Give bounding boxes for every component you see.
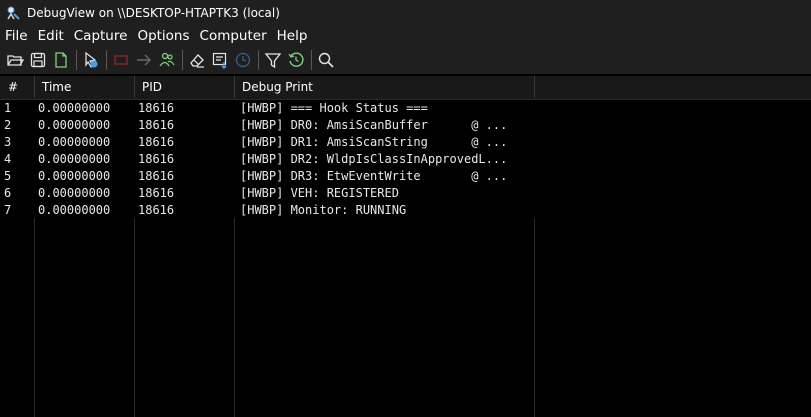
row-debug-print: [HWBP] DR2: WldpIsClassInApprovedL... [240, 152, 508, 166]
log-list: 1 0.00000000 18616 [HWBP] === Hook Statu… [0, 100, 811, 219]
row-number: 4 [4, 152, 12, 166]
menu-help[interactable]: Help [272, 26, 313, 46]
row-time: 0.00000000 [38, 135, 111, 149]
row-pid: 18616 [138, 203, 175, 217]
toolbar [0, 46, 811, 74]
menu-bar: File Edit Capture Options Computer Help [0, 26, 811, 46]
column-header-pid[interactable]: PID [142, 76, 162, 99]
menu-computer[interactable]: Computer [195, 26, 272, 46]
row-time: 0.00000000 [38, 118, 111, 132]
row-debug-print: [HWBP] DR3: EtwEventWrite @ ... [240, 169, 508, 183]
log-row[interactable]: 5 0.00000000 18616 [HWBP] DR3: EtwEventW… [0, 168, 811, 185]
column-header-number[interactable]: # [8, 76, 18, 99]
window-title: DebugView on \\DESKTOP-HTAPTK3 (local) [27, 6, 280, 20]
row-pid: 18616 [138, 118, 175, 132]
find-icon[interactable] [315, 49, 337, 71]
column-header-debug-print[interactable]: Debug Print [242, 76, 313, 99]
forward-icon[interactable] [133, 49, 155, 71]
autoscroll-icon[interactable] [209, 49, 231, 71]
row-time: 0.00000000 [38, 169, 111, 183]
column-divider[interactable] [34, 76, 35, 98]
toolbar-separator [311, 50, 312, 70]
save-icon[interactable] [27, 49, 49, 71]
menu-edit[interactable]: Edit [33, 26, 69, 46]
row-pid: 18616 [138, 186, 175, 200]
history-icon[interactable] [285, 49, 307, 71]
row-number: 7 [4, 203, 12, 217]
stop-icon[interactable] [110, 49, 132, 71]
column-divider[interactable] [234, 76, 235, 98]
row-time: 0.00000000 [38, 203, 111, 217]
log-row[interactable]: 7 0.00000000 18616 [HWBP] Monitor: RUNNI… [0, 202, 811, 219]
clear-icon[interactable] [186, 49, 208, 71]
log-row[interactable]: 1 0.00000000 18616 [HWBP] === Hook Statu… [0, 100, 811, 117]
row-time: 0.00000000 [38, 101, 111, 115]
column-divider[interactable] [534, 76, 535, 98]
log-row[interactable]: 3 0.00000000 18616 [HWBP] DR1: AmsiScanS… [0, 134, 811, 151]
capture-icon[interactable] [80, 49, 102, 71]
column-divider[interactable] [134, 76, 135, 98]
filter-icon[interactable] [262, 49, 284, 71]
row-pid: 18616 [138, 169, 175, 183]
row-number: 2 [4, 118, 12, 132]
row-debug-print: [HWBP] Monitor: RUNNING [240, 203, 407, 217]
row-debug-print: [HWBP] DR1: AmsiScanString @ ... [240, 135, 508, 149]
row-number: 1 [4, 101, 12, 115]
column-gridline [34, 218, 35, 417]
column-header-time[interactable]: Time [42, 76, 71, 99]
row-number: 6 [4, 186, 12, 200]
row-number: 3 [4, 135, 12, 149]
row-time: 0.00000000 [38, 152, 111, 166]
column-gridline [234, 218, 235, 417]
open-icon[interactable] [4, 49, 26, 71]
column-gridline [134, 218, 135, 417]
log-row[interactable]: 2 0.00000000 18616 [HWBP] DR0: AmsiScanB… [0, 117, 811, 134]
log-row[interactable]: 4 0.00000000 18616 [HWBP] DR2: WldpIsCla… [0, 151, 811, 168]
row-pid: 18616 [138, 101, 175, 115]
row-number: 5 [4, 169, 12, 183]
debugview-app-icon [5, 5, 21, 21]
row-pid: 18616 [138, 152, 175, 166]
menu-options[interactable]: Options [132, 26, 194, 46]
column-header: # Time PID Debug Print [0, 76, 811, 100]
row-debug-print: [HWBP] VEH: REGISTERED [240, 186, 399, 200]
connect-icon[interactable] [156, 49, 178, 71]
toolbar-separator [182, 50, 183, 70]
time-icon[interactable] [232, 49, 254, 71]
toolbar-separator [106, 50, 107, 70]
new-log-icon[interactable] [50, 49, 72, 71]
toolbar-separator [76, 50, 77, 70]
log-row[interactable]: 6 0.00000000 18616 [HWBP] VEH: REGISTERE… [0, 185, 811, 202]
menu-file[interactable]: File [0, 26, 33, 46]
title-bar[interactable]: DebugView on \\DESKTOP-HTAPTK3 (local) [0, 0, 811, 26]
row-pid: 18616 [138, 135, 175, 149]
row-time: 0.00000000 [38, 186, 111, 200]
row-debug-print: [HWBP] DR0: AmsiScanBuffer @ ... [240, 118, 508, 132]
row-debug-print: [HWBP] === Hook Status === [240, 101, 428, 115]
menu-capture[interactable]: Capture [69, 26, 133, 46]
toolbar-separator [258, 50, 259, 70]
column-gridline [534, 218, 535, 417]
